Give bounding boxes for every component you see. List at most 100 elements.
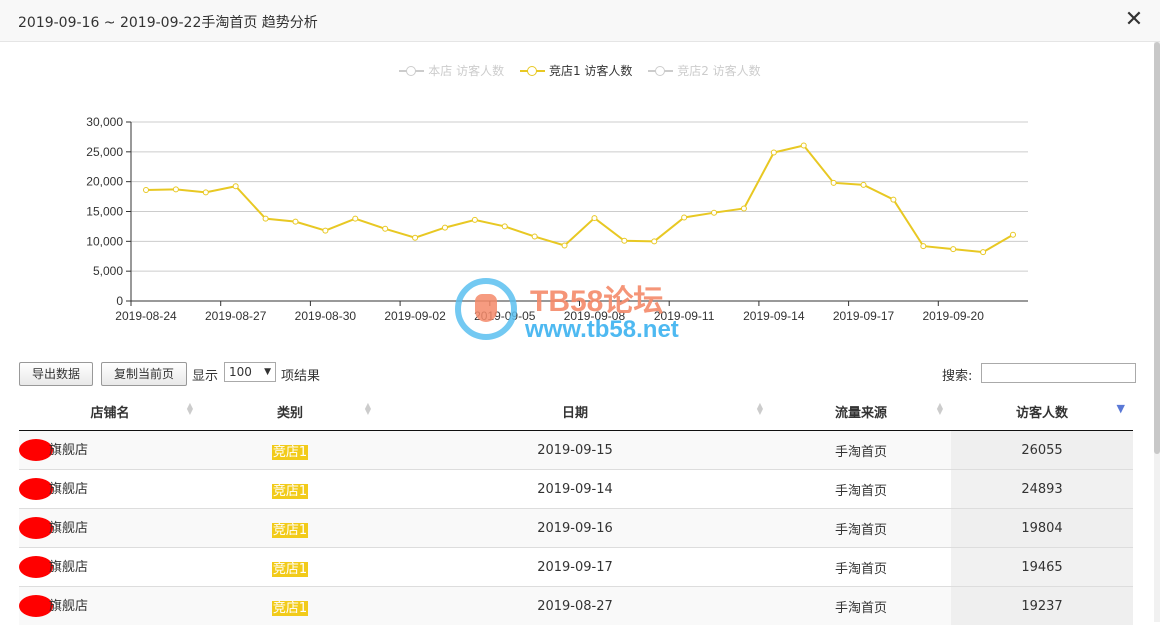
results-label: 项结果 bbox=[281, 365, 320, 384]
type-badge: 竞店1 bbox=[272, 445, 308, 460]
y-tick-label: 10,000 bbox=[86, 234, 123, 248]
data-point bbox=[502, 224, 507, 229]
data-point bbox=[1011, 232, 1016, 237]
cell-source: 手淘首页 bbox=[771, 587, 951, 625]
data-point bbox=[712, 210, 717, 215]
cell-shop: 旗舰店 bbox=[19, 587, 201, 625]
x-tick-label: 2019-09-08 bbox=[564, 309, 626, 323]
cell-shop: 旗舰店 bbox=[19, 509, 201, 548]
data-point bbox=[323, 228, 328, 233]
data-point bbox=[951, 247, 956, 252]
cell-source: 手淘首页 bbox=[771, 509, 951, 548]
data-point bbox=[771, 150, 776, 155]
type-badge: 竞店1 bbox=[272, 523, 308, 538]
cell-visitors: 19804 bbox=[951, 509, 1133, 548]
column-header-type[interactable]: 类别▲▼ bbox=[201, 392, 379, 431]
y-tick-label: 25,000 bbox=[86, 145, 123, 159]
x-tick-label: 2019-08-24 bbox=[115, 309, 177, 323]
trend-line-chart: 05,00010,00015,00020,00025,00030,0002019… bbox=[0, 100, 1160, 330]
shop-name: 旗舰店 bbox=[49, 482, 88, 497]
legend-item-competitor-2[interactable]: 竞店2 访客人数 bbox=[648, 62, 760, 79]
data-point bbox=[981, 250, 986, 255]
redaction-mark bbox=[19, 556, 53, 578]
close-icon[interactable]: ✕ bbox=[1122, 8, 1146, 32]
cell-visitors: 19465 bbox=[951, 548, 1133, 587]
search-label: 搜索: bbox=[942, 365, 972, 384]
legend-item-competitor-1[interactable]: 竞店1 访客人数 bbox=[520, 62, 632, 79]
redaction-mark bbox=[19, 439, 53, 461]
data-point bbox=[233, 184, 238, 189]
column-header-label: 类别 bbox=[277, 406, 303, 421]
x-tick-label: 2019-09-14 bbox=[743, 309, 805, 323]
table-row[interactable]: 旗舰店 竞店1 2019-09-15 手淘首页 26055 bbox=[19, 431, 1133, 470]
data-point bbox=[622, 238, 627, 243]
dialog-title: 2019-09-16 ~ 2019-09-22手淘首页 趋势分析 bbox=[18, 12, 318, 32]
legend-label: 本店 访客人数 bbox=[428, 62, 504, 79]
legend-line-symbol-icon bbox=[520, 65, 545, 77]
data-point bbox=[144, 188, 149, 193]
column-header-label: 访客人数 bbox=[1016, 406, 1068, 421]
data-point bbox=[592, 216, 597, 221]
type-badge: 竞店1 bbox=[272, 601, 308, 616]
shop-name: 旗舰店 bbox=[49, 599, 88, 614]
column-header-label: 流量来源 bbox=[835, 406, 887, 421]
data-point bbox=[921, 244, 926, 249]
data-point bbox=[442, 225, 447, 230]
x-tick-label: 2019-09-11 bbox=[654, 309, 715, 323]
cell-visitors: 24893 bbox=[951, 470, 1133, 509]
legend-item-own-store[interactable]: 本店 访客人数 bbox=[399, 62, 504, 79]
x-tick-label: 2019-09-05 bbox=[474, 309, 536, 323]
y-tick-label: 30,000 bbox=[86, 115, 123, 129]
cell-visitors: 26055 bbox=[951, 431, 1133, 470]
search-input[interactable] bbox=[981, 363, 1136, 383]
cell-type: 竞店1 bbox=[201, 587, 379, 625]
type-badge: 竞店1 bbox=[272, 562, 308, 577]
data-point bbox=[413, 235, 418, 240]
x-tick-label: 2019-09-02 bbox=[384, 309, 446, 323]
table-row[interactable]: 旗舰店 竞店1 2019-09-16 手淘首页 19804 bbox=[19, 509, 1133, 548]
data-table: 店铺名▲▼ 类别▲▼ 日期▲▼ 流量来源▲▼ 访客人数▼ 旗舰店 竞店1 201… bbox=[19, 392, 1133, 625]
sort-both-icon: ▲▼ bbox=[187, 403, 193, 415]
data-point bbox=[741, 206, 746, 211]
data-point bbox=[682, 215, 687, 220]
y-tick-label: 5,000 bbox=[93, 264, 123, 278]
cell-source: 手淘首页 bbox=[771, 431, 951, 470]
sort-descending-icon: ▼ bbox=[1117, 406, 1125, 412]
data-point bbox=[173, 187, 178, 192]
copy-current-page-button[interactable]: 复制当前页 bbox=[101, 362, 187, 386]
legend-label: 竞店1 访客人数 bbox=[549, 62, 632, 79]
sort-both-icon: ▲▼ bbox=[937, 403, 943, 415]
show-label: 显示 bbox=[192, 365, 218, 384]
cell-source: 手淘首页 bbox=[771, 548, 951, 587]
column-header-shop[interactable]: 店铺名▲▼ bbox=[19, 392, 201, 431]
legend-label: 竞店2 访客人数 bbox=[677, 62, 760, 79]
sort-both-icon: ▲▼ bbox=[757, 403, 763, 415]
cell-type: 竞店1 bbox=[201, 548, 379, 587]
table-row[interactable]: 旗舰店 竞店1 2019-09-14 手淘首页 24893 bbox=[19, 470, 1133, 509]
data-point bbox=[472, 217, 477, 222]
y-tick-label: 0 bbox=[116, 294, 123, 308]
redaction-mark bbox=[19, 478, 53, 500]
data-point bbox=[891, 197, 896, 202]
column-header-visitors[interactable]: 访客人数 ▼ bbox=[951, 392, 1133, 431]
column-header-date[interactable]: 日期 ▲▼ bbox=[379, 392, 771, 431]
table-row[interactable]: 旗舰店 竞店1 2019-08-27 手淘首页 19237 bbox=[19, 587, 1133, 625]
legend-line-symbol-icon bbox=[648, 65, 673, 77]
series-line bbox=[146, 146, 1013, 253]
page-size-select[interactable]: 100▼ bbox=[224, 362, 276, 382]
type-badge: 竞店1 bbox=[272, 484, 308, 499]
data-point bbox=[203, 190, 208, 195]
y-tick-label: 20,000 bbox=[86, 175, 123, 189]
cell-shop: 旗舰店 bbox=[19, 470, 201, 509]
export-data-button[interactable]: 导出数据 bbox=[19, 362, 93, 386]
cell-shop: 旗舰店 bbox=[19, 548, 201, 587]
cell-date: 2019-09-17 bbox=[379, 548, 771, 587]
cell-type: 竞店1 bbox=[201, 470, 379, 509]
table-row[interactable]: 旗舰店 竞店1 2019-09-17 手淘首页 19465 bbox=[19, 548, 1133, 587]
data-point bbox=[801, 143, 806, 148]
x-tick-label: 2019-09-17 bbox=[833, 309, 895, 323]
column-header-label: 日期 bbox=[562, 406, 588, 421]
table-header-row: 店铺名▲▼ 类别▲▼ 日期▲▼ 流量来源▲▼ 访客人数▼ bbox=[19, 392, 1133, 431]
data-point bbox=[831, 180, 836, 185]
column-header-source[interactable]: 流量来源 ▲▼ bbox=[771, 392, 951, 431]
